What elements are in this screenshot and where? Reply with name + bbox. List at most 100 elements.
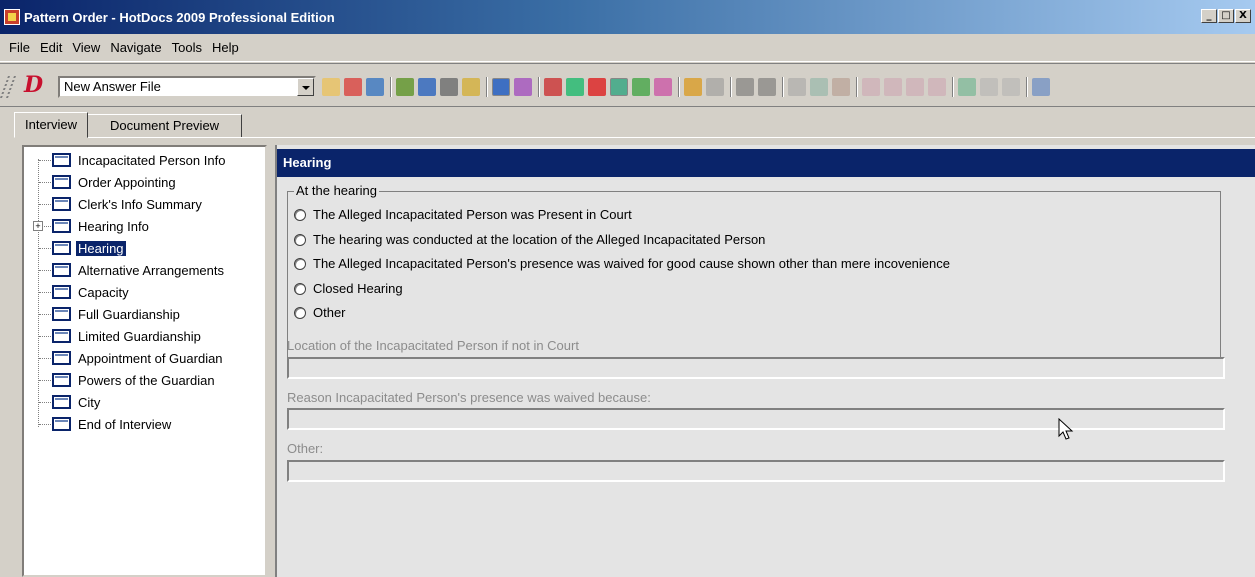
dialog-icon bbox=[52, 263, 71, 277]
eraser-icon[interactable] bbox=[706, 78, 724, 96]
edit-icon[interactable] bbox=[684, 78, 702, 96]
dialog-icon bbox=[52, 197, 71, 211]
indent-icon[interactable] bbox=[862, 78, 880, 96]
toolbar: D New Answer File bbox=[0, 63, 1255, 107]
tree-item[interactable]: City bbox=[24, 391, 265, 413]
close-button[interactable]: X bbox=[1235, 9, 1251, 23]
tree-item[interactable]: + Hearing Info bbox=[24, 215, 265, 237]
dialog-icon bbox=[52, 219, 71, 233]
group-label: At the hearing bbox=[294, 183, 379, 198]
tree-item[interactable]: Clerk's Info Summary bbox=[24, 193, 265, 215]
insert-row-icon[interactable] bbox=[906, 78, 924, 96]
mouse-pointer-icon bbox=[1058, 418, 1074, 440]
save-answer-icon[interactable] bbox=[366, 78, 384, 96]
tree-item-label: City bbox=[78, 394, 101, 410]
option-present-in-court[interactable]: The Alleged Incapacitated Person was Pre… bbox=[294, 207, 632, 222]
tree-item[interactable]: Limited Guardianship bbox=[24, 325, 265, 347]
tree-item[interactable]: End of Interview bbox=[24, 413, 265, 435]
tree-item[interactable]: Incapacitated Person Info bbox=[24, 149, 265, 171]
dialog-icon bbox=[52, 153, 71, 167]
tree-item[interactable]: Powers of the Guardian bbox=[24, 369, 265, 391]
tab-document-preview[interactable]: Document Preview bbox=[87, 114, 243, 138]
dialog-icon bbox=[52, 241, 71, 255]
radio-button[interactable] bbox=[294, 233, 306, 246]
answer-file-select[interactable]: New Answer File bbox=[58, 76, 316, 98]
tree-item[interactable]: Full Guardianship bbox=[24, 303, 265, 325]
answer-summary-icon[interactable] bbox=[588, 78, 606, 96]
toolbar-buttons bbox=[322, 76, 1054, 98]
link-icon[interactable] bbox=[566, 78, 584, 96]
toolbar-separator bbox=[856, 77, 858, 97]
tree-item-label: Hearing bbox=[76, 240, 126, 256]
toolbar-separator bbox=[486, 77, 488, 97]
exit-icon[interactable] bbox=[1032, 78, 1050, 96]
reason-field[interactable] bbox=[287, 408, 1225, 430]
option-label: Other bbox=[313, 305, 346, 320]
menu-help[interactable]: Help bbox=[207, 40, 244, 55]
location-field-label: Location of the Incapacitated Person if … bbox=[287, 338, 579, 353]
radio-button[interactable] bbox=[294, 257, 306, 270]
redo-icon[interactable] bbox=[758, 78, 776, 96]
outdent-icon[interactable] bbox=[884, 78, 902, 96]
minimize-button[interactable]: _ bbox=[1201, 9, 1217, 23]
assemble-icon[interactable] bbox=[396, 78, 414, 96]
option-presence-waived[interactable]: The Alleged Incapacitated Person's prese… bbox=[294, 256, 950, 271]
toolbar-separator bbox=[390, 77, 392, 97]
help-icon[interactable] bbox=[514, 78, 532, 96]
radio-button[interactable] bbox=[294, 208, 306, 221]
tree-item[interactable]: Capacity bbox=[24, 281, 265, 303]
view-tabs: Interview Document Preview bbox=[14, 112, 243, 138]
tree-item-label: Capacity bbox=[78, 284, 129, 300]
toolbar-grip[interactable] bbox=[0, 76, 17, 98]
menu-navigate[interactable]: Navigate bbox=[105, 40, 166, 55]
toolbar-separator bbox=[1026, 77, 1028, 97]
paste-icon[interactable] bbox=[832, 78, 850, 96]
option-closed-hearing[interactable]: Closed Hearing bbox=[294, 281, 403, 296]
option-label: The hearing was conducted at the locatio… bbox=[313, 232, 766, 247]
interview-icon[interactable] bbox=[492, 78, 510, 96]
menu-file[interactable]: File bbox=[4, 40, 35, 55]
menu-bar: File Edit View Navigate Tools Help bbox=[0, 34, 1255, 62]
cut-icon[interactable] bbox=[788, 78, 806, 96]
dialog-icon bbox=[52, 373, 71, 387]
chevron-down-icon[interactable] bbox=[297, 78, 314, 96]
checklist-icon[interactable] bbox=[632, 78, 650, 96]
option-other[interactable]: Other bbox=[294, 305, 346, 320]
data-source-icon[interactable] bbox=[610, 78, 628, 96]
option-location-of-person[interactable]: The hearing was conducted at the locatio… bbox=[294, 232, 765, 247]
other-field[interactable] bbox=[287, 460, 1225, 482]
append-row-icon[interactable] bbox=[928, 78, 946, 96]
expand-icon[interactable]: + bbox=[33, 221, 43, 231]
tab-interview[interactable]: Interview bbox=[14, 112, 89, 138]
clear-icon[interactable] bbox=[980, 78, 998, 96]
radio-button[interactable] bbox=[294, 282, 306, 295]
tree-item[interactable]: Hearing bbox=[24, 237, 265, 259]
tree-item[interactable]: Alternative Arrangements bbox=[24, 259, 265, 281]
save-icon[interactable] bbox=[440, 78, 458, 96]
tree-item[interactable]: Appointment of Guardian bbox=[24, 347, 265, 369]
print-icon[interactable] bbox=[418, 78, 436, 96]
tree-item[interactable]: Order Appointing bbox=[24, 171, 265, 193]
whats-this-icon[interactable] bbox=[654, 78, 672, 96]
copy-icon[interactable] bbox=[810, 78, 828, 96]
hotdocs-logo-icon: D bbox=[24, 72, 44, 98]
print-preview-icon[interactable] bbox=[462, 78, 480, 96]
menu-tools[interactable]: Tools bbox=[167, 40, 207, 55]
tree-item-label: Order Appointing bbox=[78, 174, 176, 190]
menu-edit[interactable]: Edit bbox=[35, 40, 67, 55]
location-field[interactable] bbox=[287, 357, 1225, 379]
dialog-icon bbox=[52, 351, 71, 365]
restore-button[interactable]: □ bbox=[1218, 9, 1234, 23]
hotdocs-app-icon bbox=[4, 9, 20, 25]
toolbar-separator bbox=[538, 77, 540, 97]
delete-icon[interactable] bbox=[1002, 78, 1020, 96]
spell-check-icon[interactable] bbox=[544, 78, 562, 96]
undo-icon[interactable] bbox=[736, 78, 754, 96]
new-answer-icon[interactable] bbox=[322, 78, 340, 96]
menu-view[interactable]: View bbox=[67, 40, 105, 55]
window-title: Pattern Order - HotDocs 2009 Professiona… bbox=[24, 9, 335, 25]
open-answer-icon[interactable] bbox=[344, 78, 362, 96]
sort-icon[interactable] bbox=[958, 78, 976, 96]
radio-button[interactable] bbox=[294, 306, 306, 319]
answer-file-value: New Answer File bbox=[64, 79, 161, 94]
